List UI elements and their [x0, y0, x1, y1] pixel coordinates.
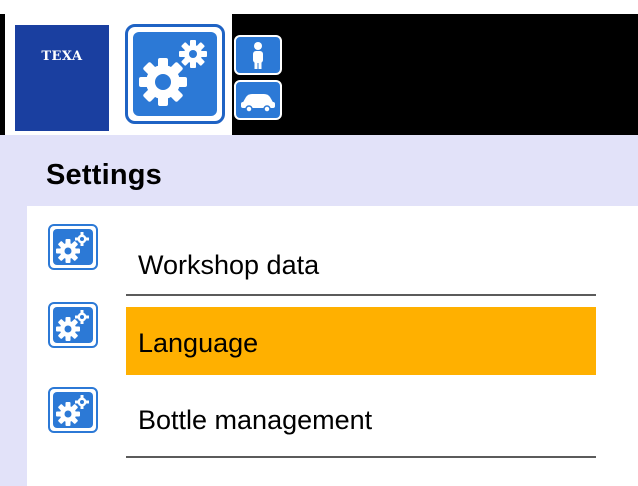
header-bar: TEXA	[0, 14, 638, 135]
gears-icon	[133, 32, 217, 116]
gears-icon	[48, 224, 98, 270]
title-band: Settings	[0, 135, 638, 206]
divider	[126, 456, 596, 458]
menu-item-label: Language	[138, 328, 259, 358]
car-icon	[241, 94, 275, 113]
gears-icon	[48, 302, 98, 348]
vehicle-button[interactable]	[234, 80, 282, 120]
menu-item-label: Workshop data	[138, 250, 320, 280]
settings-menu: Workshop data Language Bottle management	[27, 206, 638, 486]
menu-item-workshop-data[interactable]: Workshop data	[27, 206, 638, 296]
menu-item-label: Bottle management	[138, 405, 373, 435]
menu-item-bottle-management[interactable]: Bottle management	[27, 369, 638, 458]
settings-app-button[interactable]	[125, 24, 225, 124]
menu-item-language[interactable]: Language	[27, 284, 638, 375]
left-margin	[0, 206, 27, 486]
screen: TEXA Settings Workshop data Language Bot…	[0, 0, 638, 486]
logo-text: TEXA	[41, 49, 83, 64]
gears-icon	[48, 387, 98, 433]
page-title: Settings	[46, 159, 162, 191]
person-icon	[253, 42, 263, 69]
user-button[interactable]	[234, 35, 282, 75]
texa-logo: TEXA	[15, 25, 109, 131]
